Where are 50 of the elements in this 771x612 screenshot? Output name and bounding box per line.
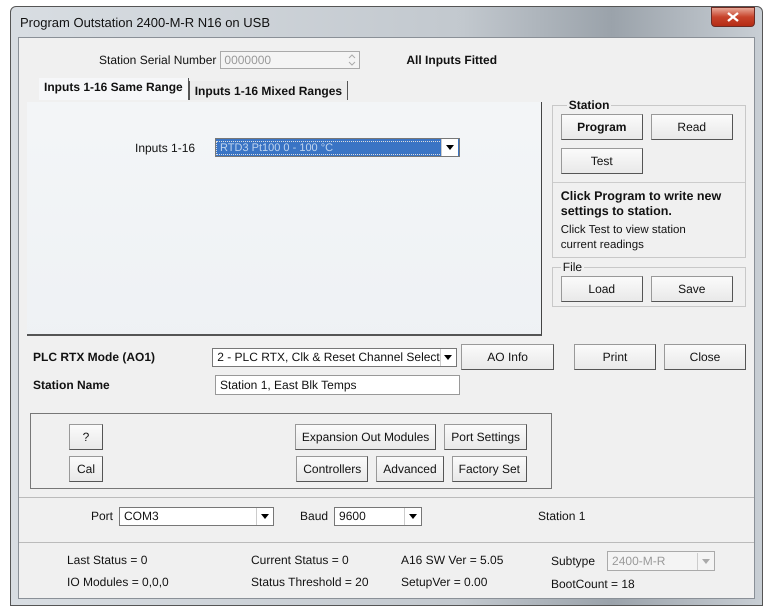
station-button[interactable]: Read	[650, 114, 733, 140]
inputs-label: Inputs 1-16	[135, 140, 196, 154]
station-button[interactable]: Program	[560, 114, 643, 140]
status-text: Current Status = 0	[251, 553, 350, 567]
mode-label: PLC RTX Mode (AO1)	[33, 350, 156, 364]
tool-button[interactable]: Advanced	[376, 456, 444, 482]
baud-dropdown[interactable]: 9600	[334, 506, 422, 526]
hint-text: Click Test to view station current readings	[560, 223, 687, 253]
close-icon	[727, 12, 739, 22]
tool-button[interactable]: ?	[69, 424, 103, 450]
status-text: SetupVer = 0.00	[401, 575, 488, 589]
serial-label: Station Serial Number	[99, 53, 216, 67]
window-title: Program Outstation 2400-M-R N16 on USB	[19, 14, 270, 30]
status-text: Last Status = 0	[67, 553, 148, 567]
tool-button[interactable]: Expansion Out Modules	[294, 424, 436, 450]
spin-icon	[347, 53, 358, 67]
close-button[interactable]	[711, 7, 755, 27]
status-text: BootCount = 18	[551, 577, 636, 591]
baud-label: Baud	[300, 509, 328, 523]
port-dropdown[interactable]: COM3	[119, 506, 274, 526]
ao-info-button[interactable]: AO Info	[461, 344, 554, 370]
group-title: Station	[568, 98, 610, 112]
tab[interactable]: Inputs 1-16 Mixed Ranges	[188, 81, 348, 100]
tool-button[interactable]: Cal	[69, 456, 103, 482]
status-text: Status Threshold = 20	[251, 575, 370, 589]
dropdown-arrow-icon	[261, 514, 270, 518]
port-label: Port	[91, 509, 114, 523]
tool-button[interactable]: Port Settings	[444, 424, 527, 450]
dropdown-arrow-icon	[409, 514, 418, 518]
instruction-text: Click Program to write new settings to station.	[560, 189, 722, 219]
dropdown-arrow-icon	[446, 145, 454, 150]
tab[interactable]: Inputs 1-16 Same Range	[39, 78, 189, 100]
dropdown-arrow-icon	[444, 354, 452, 360]
status-text: IO Modules = 0,0,0	[67, 575, 170, 589]
group-title: File	[562, 260, 584, 274]
status-text: A16 SW Ver = 5.05	[401, 553, 504, 567]
dropdown-arrow-icon	[702, 558, 710, 564]
tool-button[interactable]: Controllers	[296, 456, 368, 482]
mode-dropdown[interactable]: 2 - PLC RTX, Clk & Reset Channel Select	[212, 348, 458, 366]
station-name-label: Station Name	[33, 378, 111, 392]
file-button[interactable]: Save	[650, 276, 733, 302]
tool-button[interactable]: Factory Set	[452, 456, 527, 482]
station-label: Station 1	[538, 509, 586, 523]
dialog-button[interactable]: Print	[574, 344, 656, 370]
dialog-button[interactable]: Close	[664, 344, 746, 370]
inputs-status: All Inputs Fitted	[406, 53, 498, 67]
station-button[interactable]: Test	[560, 148, 643, 174]
station-name-field[interactable]: Station 1, East Blk Temps	[215, 375, 460, 395]
subtype-label: Subtype	[551, 554, 596, 568]
file-button[interactable]: Load	[560, 276, 643, 302]
